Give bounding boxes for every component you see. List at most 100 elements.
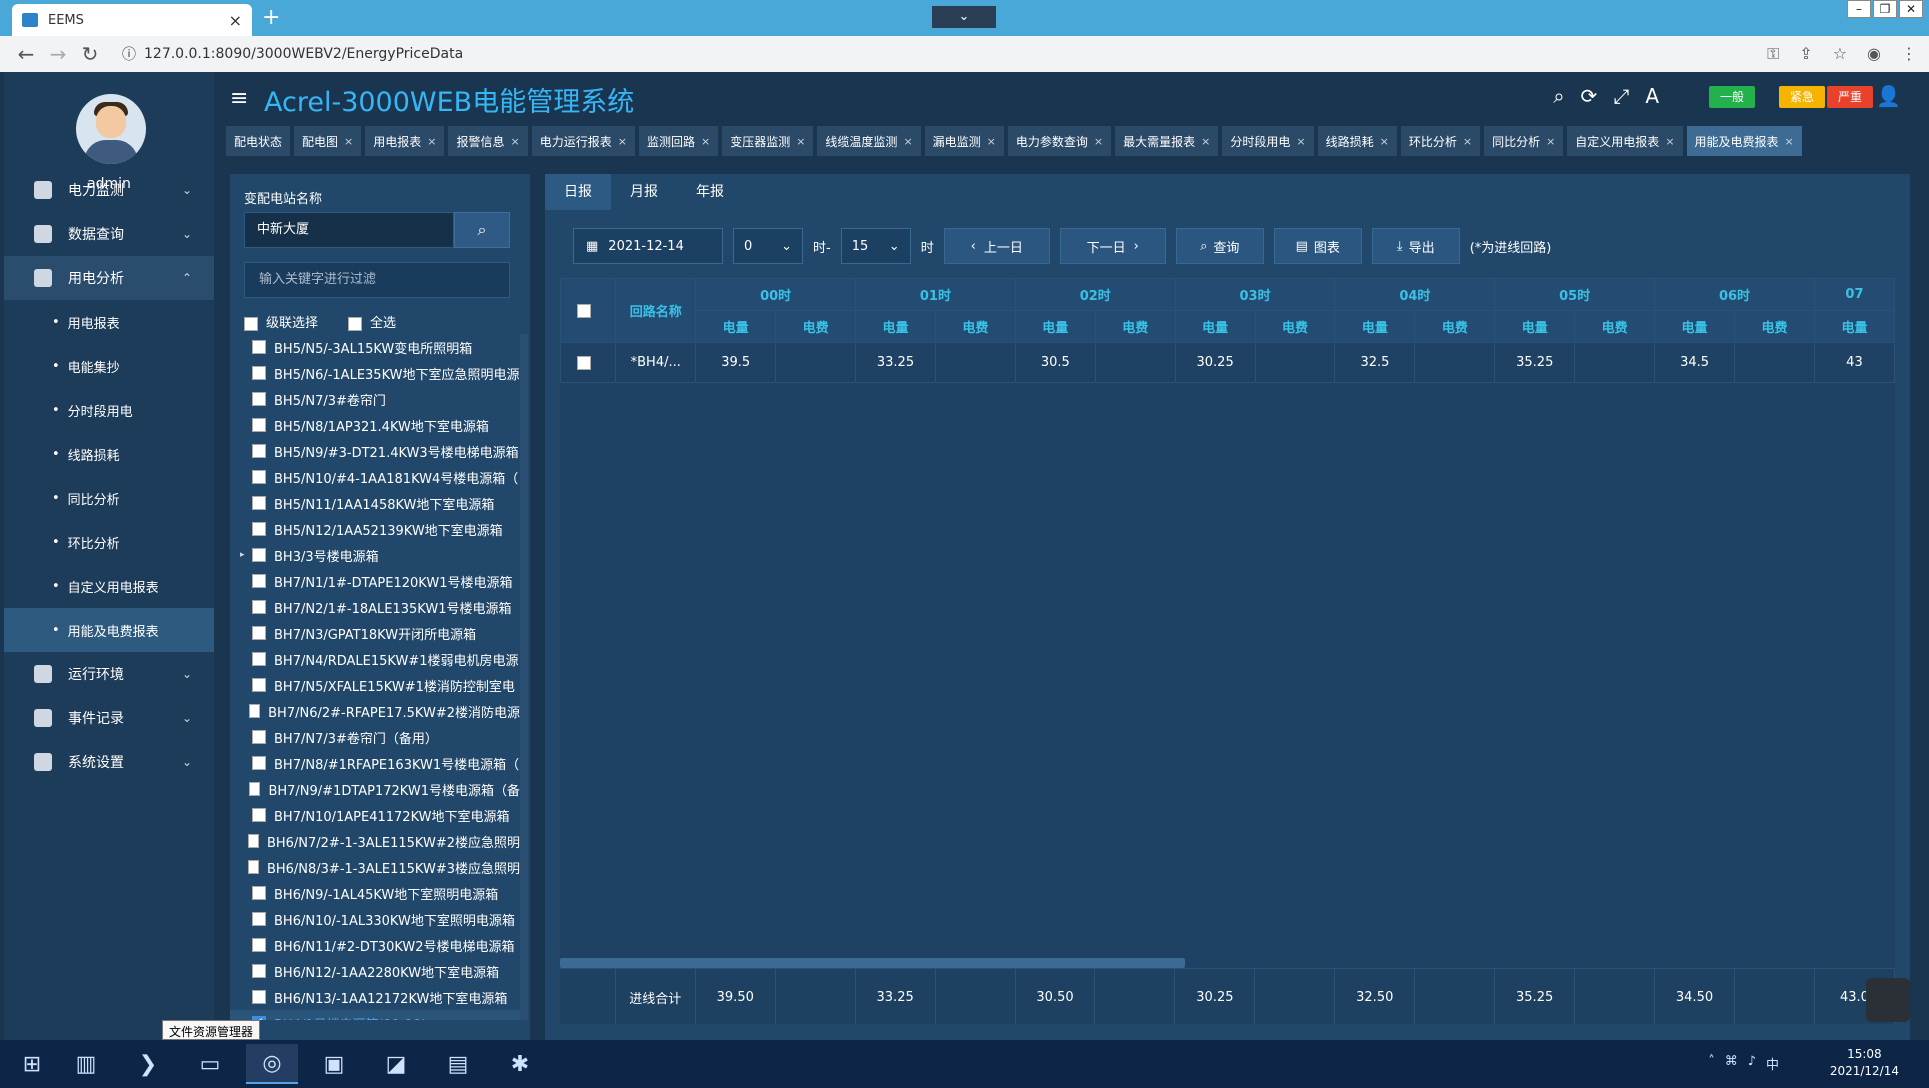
page-tab[interactable]: 报警信息 × [448,126,528,156]
page-tab[interactable]: 线路损耗 × [1317,126,1397,156]
submenu-item-active[interactable]: 用能及电费报表 [4,608,214,652]
tree-item[interactable]: BH7/N8/#1RFAPE163KW1号楼电源箱（ [230,750,520,776]
hour-start-select[interactable]: 0 ⌄ [733,228,803,264]
tree-item[interactable]: BH6/N7/2#-1-3ALE115KW#2楼应急照明 [230,828,520,854]
reload-icon[interactable]: ↻ [74,42,106,66]
close-tab-icon[interactable]: × [796,135,805,148]
kebab-menu-icon[interactable]: ⋮ [1901,44,1917,64]
user-icon[interactable]: 👤 [1876,84,1901,108]
tree-checkbox[interactable] [252,756,266,770]
close-tab-icon[interactable]: × [229,11,242,30]
page-tab[interactable]: 电力运行报表 × [531,126,635,156]
close-tab-icon[interactable]: × [903,135,912,148]
station-input[interactable]: 中新大厦 [244,212,454,248]
file-explorer-icon[interactable]: ▭ [184,1044,236,1084]
tray-up-icon[interactable]: ˄ [1708,1054,1715,1073]
close-tab-icon[interactable]: × [618,135,627,148]
tree-item[interactable]: BH6/N8/3#-1-3ALE115KW#3楼应急照明 [230,854,520,880]
row-checkbox[interactable] [560,342,617,383]
tree-item[interactable]: BH5/N11/1AA1458KW地下室电源箱 [230,490,520,516]
font-size-icon[interactable]: A [1645,84,1659,108]
tree-checkbox[interactable] [252,418,266,432]
tree-checkbox[interactable] [252,600,266,614]
share-icon[interactable]: ⇪ [1799,44,1812,64]
tab-daily[interactable]: 日报 [545,174,611,210]
tree-item[interactable]: BH5/N7/3#卷帘门 [230,386,520,412]
close-tab-icon[interactable]: × [511,135,520,148]
submenu-item[interactable]: 分时段用电 [4,388,214,432]
tree-checkbox[interactable] [252,652,266,666]
tree-checkbox[interactable] [249,782,261,796]
tree-checkbox[interactable] [252,496,266,510]
tree-checkbox[interactable] [252,938,266,952]
clock[interactable]: 15:08 2021/12/14 [1830,1046,1899,1080]
tree-item[interactable]: BH6/N9/-1AL45KW地下室照明电源箱 [230,880,520,906]
close-tab-icon[interactable]: × [1665,135,1674,148]
browser-tab[interactable]: EEMS × [12,4,252,36]
page-tab[interactable]: 监测回路 × [638,126,719,156]
powershell-icon[interactable]: ❯ [122,1044,174,1084]
tree-checkbox[interactable] [248,860,259,874]
key-icon[interactable]: ⚿ [1767,44,1779,64]
close-tab-icon[interactable]: × [1201,135,1210,148]
tree-item[interactable]: BH7/N3/GPAT18KW开闭所电源箱 [230,620,520,646]
tree-checkbox[interactable] [252,678,266,692]
tree-checkbox[interactable] [252,990,266,1004]
page-tab[interactable]: 用电报表 × [365,126,445,156]
tree-item[interactable]: BH5/N12/1AA52139KW地下室电源箱 [230,516,520,542]
close-tab-icon[interactable]: × [1094,135,1103,148]
page-tab[interactable]: 线缆温度监测 × [817,126,921,156]
tree-filter-input[interactable]: 输入关键字进行过滤 [244,262,510,298]
tree-scrollbar[interactable] [520,334,528,1020]
tree-item[interactable]: BH7/N5/XFALE15KW#1楼消防控制室电 [230,672,520,698]
tree-checkbox[interactable] [248,834,259,848]
menu-data-query[interactable]: 数据查询 ⌄ [4,212,214,256]
chrome-icon[interactable]: ◎ [246,1044,298,1084]
menu-power-analysis[interactable]: 用电分析 ⌃ [4,256,214,300]
tree-checkbox[interactable] [252,392,266,406]
next-day-button[interactable]: 下一日 › [1059,228,1166,264]
back-icon[interactable]: ← [10,42,42,66]
menu-events[interactable]: 事件记录 ⌄ [4,696,214,740]
table-row[interactable]: *BH4/... 39.5 33.25 30.5 30.25 32.5 35.25 34.5 4… [560,342,1895,383]
page-tab[interactable]: 分时段用电 × [1222,126,1314,156]
close-tab-icon[interactable]: × [1380,135,1389,148]
submenu-item[interactable]: 环比分析 [4,520,214,564]
alarm-urgent-badge[interactable]: 紧急 [1779,86,1825,108]
tree-checkbox[interactable] [249,704,261,718]
page-tab[interactable]: 电力参数查询 × [1007,126,1112,156]
cascade-checkbox[interactable]: 级联选择 [244,312,318,331]
ime-icon[interactable]: 中 [1766,1054,1779,1073]
page-tab[interactable]: 配电图 × [294,126,362,156]
tree-item[interactable]: BH7/N7/3#卷帘门（备用） [230,724,520,750]
start-icon[interactable]: ⊞ [6,1044,58,1084]
alarm-normal-badge[interactable]: 一般 [1709,86,1755,108]
document-icon[interactable]: ▤ [432,1044,484,1084]
hour-end-select[interactable]: 15 ⌄ [840,228,911,264]
tree-item[interactable]: BH6/N11/#2-DT30KW2号楼电梯电源箱 [230,932,520,958]
close-window-button[interactable]: ✕ [1899,0,1923,18]
tree-item[interactable]: BH5/N8/1AP321.4KW地下室电源箱 [230,412,520,438]
tree-item[interactable]: BH7/N4/RDALE15KW#1楼弱电机房电源 [230,646,520,672]
tree-item[interactable]: BH7/N1/1#-DTAPE120KW1号楼电源箱 [230,568,520,594]
tree-item[interactable]: ▸ BH3/3号楼电源箱 [230,542,520,568]
close-tab-icon[interactable]: × [987,135,996,148]
tree-item[interactable]: BH5/N10/#4-1AA181KW4号楼电源箱（ [230,464,520,490]
chart-app-icon[interactable]: ◪ [370,1044,422,1084]
tree-item[interactable]: BH7/N6/2#-RFAPE17.5KW#2楼消防电源 [230,698,520,724]
floating-chat-button[interactable] [1866,978,1910,1022]
tree-item[interactable]: BH7/N9/#1DTAP172KW1号楼电源箱（备 [230,776,520,802]
submenu-item[interactable]: 用电报表 [4,300,214,344]
app-window-icon[interactable]: ▣ [308,1044,360,1084]
expand-arrow-icon[interactable]: ▸ [240,550,252,560]
tree-checkbox[interactable] [252,808,266,822]
export-button[interactable]: ⤓ 导出 [1371,228,1460,264]
close-tab-icon[interactable]: × [1463,135,1472,148]
menu-power-monitoring[interactable]: 电力监测 ⌄ [4,168,214,212]
close-tab-icon[interactable]: × [701,135,710,148]
menu-environment[interactable]: 运行环境 ⌄ [4,652,214,696]
date-picker[interactable]: ▦ 2021-12-14 [573,228,723,264]
tree-item[interactable]: BH5/N6/-1ALE35KW地下室应急照明电源 [230,360,520,386]
chart-button[interactable]: ▤ 图表 [1273,228,1362,264]
tree-item[interactable]: BH6/N10/-1AL330KW地下室照明电源箱 [230,906,520,932]
